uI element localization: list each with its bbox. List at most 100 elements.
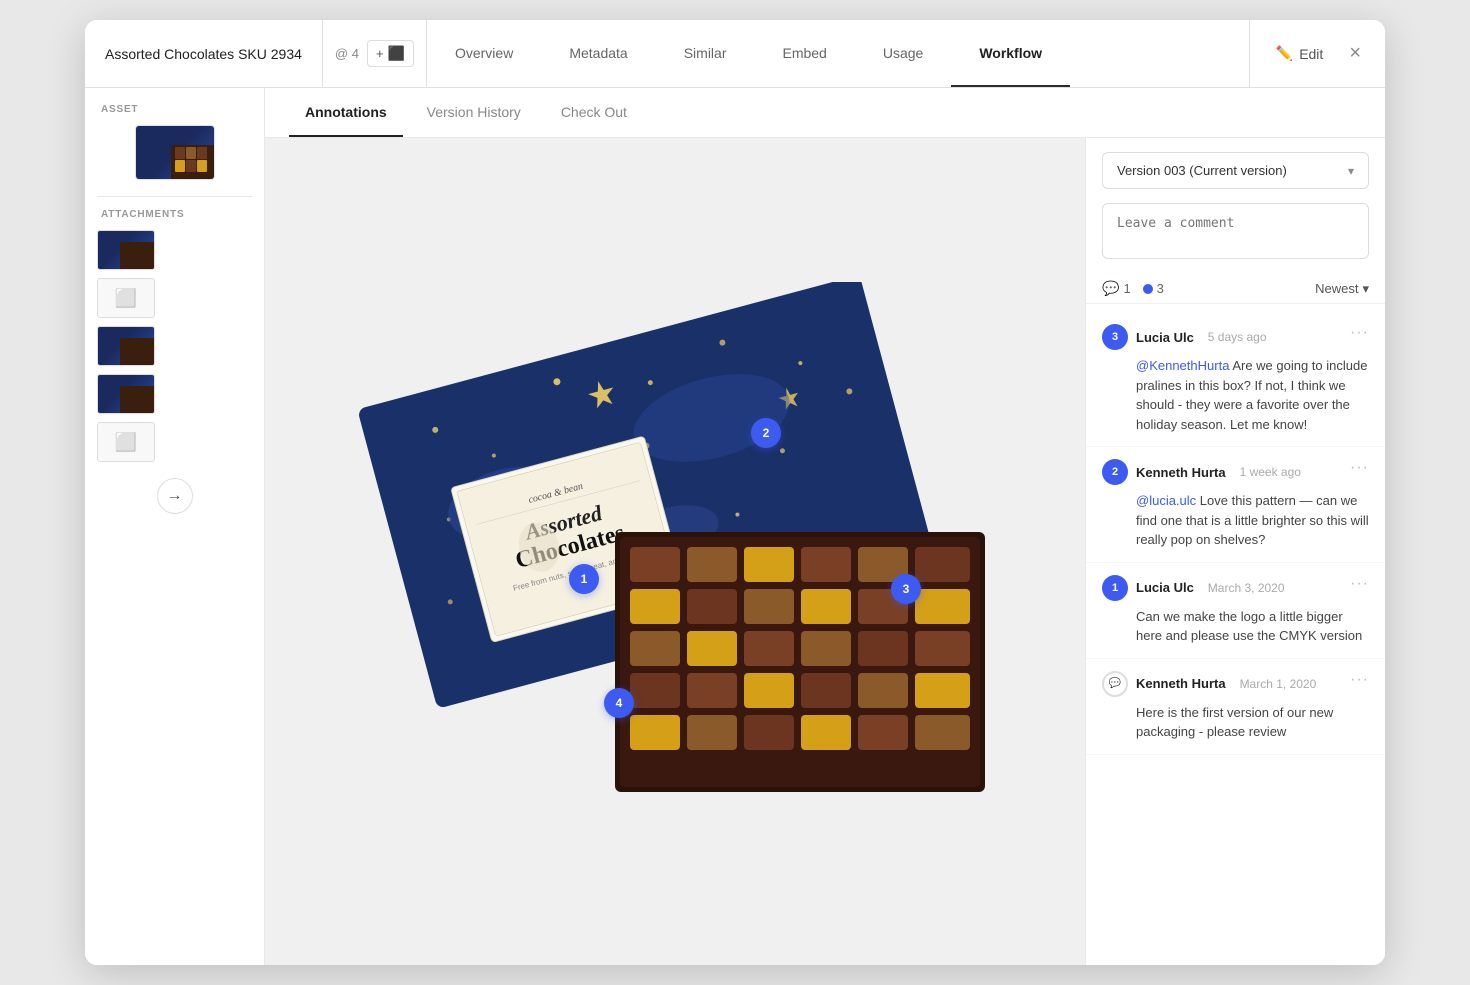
asset-label: ASSET xyxy=(97,104,252,115)
comment-more-3[interactable]: ··· xyxy=(1350,575,1369,593)
comment-mention-1: @KennethHurta xyxy=(1136,358,1229,373)
tab-embed[interactable]: Embed xyxy=(754,20,854,87)
tab-similar[interactable]: Similar xyxy=(656,20,755,87)
attachment-item-3[interactable] xyxy=(97,326,252,366)
tab-overview[interactable]: Overview xyxy=(427,20,541,87)
chevron-down-icon: ▾ xyxy=(1348,164,1354,178)
comment-header-2: 2 Kenneth Hurta 1 week ago ··· xyxy=(1102,459,1369,485)
comment-item-4: 💬 Kenneth Hurta March 1, 2020 ··· Here i… xyxy=(1086,659,1385,755)
comment-item-3: 1 Lucia Ulc March 3, 2020 ··· Can we mak… xyxy=(1086,563,1385,659)
thread-count: 1 xyxy=(1123,281,1130,296)
tab-workflow[interactable]: Workflow xyxy=(951,20,1070,87)
comment-header-left-3: 1 Lucia Ulc March 3, 2020 xyxy=(1102,575,1285,601)
attachment-thumb-4 xyxy=(97,374,155,414)
comment-author-4: Kenneth Hurta xyxy=(1136,676,1226,691)
asset-thumbnail[interactable] xyxy=(135,125,215,180)
filter-left: 💬 1 3 xyxy=(1102,280,1164,297)
tab-usage[interactable]: Usage xyxy=(855,20,951,87)
attachment-thumb-2: ⬜ xyxy=(97,278,155,318)
thread-count-badge: 💬 1 xyxy=(1102,280,1131,297)
sort-chevron-icon: ▾ xyxy=(1362,281,1369,297)
topbar-tabs: Overview Metadata Similar Embed Usage Wo… xyxy=(427,20,1249,87)
topbar-actions: ✏️ Edit × xyxy=(1249,20,1385,87)
attachment-list: ⬜ ⬜ xyxy=(97,230,252,462)
annotation-pin-4[interactable]: 4 xyxy=(604,688,634,718)
comment-mention-2: @lucia.ulc xyxy=(1136,493,1196,508)
comment-more-2[interactable]: ··· xyxy=(1350,459,1369,477)
avatar-lucia-1: 3 xyxy=(1102,324,1128,350)
avatar-kenneth-1: 2 xyxy=(1102,459,1128,485)
speech-icon-2: 💬 xyxy=(1109,678,1121,689)
attachments-label: ATTACHMENTS xyxy=(97,209,252,220)
topbar-meta: @ 4 + ⬛ xyxy=(323,20,427,87)
unread-badge: 3 xyxy=(1143,281,1164,296)
comment-item-2: 2 Kenneth Hurta 1 week ago ··· @lucia.ul… xyxy=(1086,447,1385,563)
comment-input-area xyxy=(1102,203,1369,264)
subtab-annotations[interactable]: Annotations xyxy=(289,88,403,137)
comment-header-3: 1 Lucia Ulc March 3, 2020 ··· xyxy=(1102,575,1369,601)
annotation-pin-2[interactable]: 2 xyxy=(751,418,781,448)
subtab-version-history[interactable]: Version History xyxy=(411,88,537,137)
comment-time-3: March 3, 2020 xyxy=(1208,581,1285,595)
comment-author-3: Lucia Ulc xyxy=(1136,580,1194,595)
comment-time-4: March 1, 2020 xyxy=(1240,677,1317,691)
sort-label: Newest xyxy=(1315,281,1358,296)
comment-input[interactable] xyxy=(1102,203,1369,259)
doc-icon: ⬜ xyxy=(115,288,137,309)
unread-dot xyxy=(1143,284,1153,294)
comment-author-1: Lucia Ulc xyxy=(1136,330,1194,345)
subtabs: Annotations Version History Check Out xyxy=(265,88,1385,138)
attachment-thumb-3 xyxy=(97,326,155,366)
comment-body-4: Here is the first version of our new pac… xyxy=(1102,703,1369,742)
doc-icon-2: ⬜ xyxy=(115,432,137,453)
image-panel: cocoa & bean Assorted Chocolates Free fr… xyxy=(265,138,1085,965)
avatar-kenneth-outline: 💬 xyxy=(1102,671,1128,697)
comment-time-1: 5 days ago xyxy=(1208,330,1267,344)
attachment-item-1[interactable] xyxy=(97,230,252,270)
attachment-item-4[interactable] xyxy=(97,374,252,414)
comment-body-3: Can we make the logo a little bigger her… xyxy=(1102,607,1369,646)
comment-time-2: 1 week ago xyxy=(1240,465,1301,479)
comment-filter-bar: 💬 1 3 Newest ▾ xyxy=(1086,274,1385,304)
comment-body-2: @lucia.ulc Love this pattern — can we fi… xyxy=(1102,491,1369,550)
version-selector[interactable]: Version 003 (Current version) ▾ xyxy=(1102,152,1369,189)
content-body: cocoa & bean Assorted Chocolates Free fr… xyxy=(265,138,1385,965)
asset-title: Assorted Chocolates SKU 2934 xyxy=(85,20,323,87)
comment-more-1[interactable]: ··· xyxy=(1350,324,1369,342)
comment-header-left-4: 💬 Kenneth Hurta March 1, 2020 xyxy=(1102,671,1316,697)
annotations-panel: Version 003 (Current version) ▾ 💬 1 xyxy=(1085,138,1385,965)
avatar-lucia-2: 1 xyxy=(1102,575,1128,601)
comment-header-1: 3 Lucia Ulc 5 days ago ··· xyxy=(1102,324,1369,350)
arrow-right-icon: → xyxy=(167,487,183,505)
chocolate-illustration: cocoa & bean Assorted Chocolates Free fr… xyxy=(325,282,1025,822)
plus-icon: + xyxy=(376,46,384,61)
nav-arrow-button[interactable]: → xyxy=(157,478,193,514)
version-text: Version 003 (Current version) xyxy=(1117,163,1287,178)
main-layout: ASSET ATTACHMENTS xyxy=(85,88,1385,965)
edit-icon: ✏️ xyxy=(1276,45,1293,62)
sort-selector[interactable]: Newest ▾ xyxy=(1315,281,1369,297)
content-area: Annotations Version History Check Out xyxy=(265,88,1385,965)
attachment-item-2[interactable]: ⬜ xyxy=(97,278,252,318)
comment-more-4[interactable]: ··· xyxy=(1350,671,1369,689)
close-button[interactable]: × xyxy=(1341,38,1369,69)
add-asset-button[interactable]: + ⬛ xyxy=(367,40,414,67)
attachment-thumb-1 xyxy=(97,230,155,270)
comment-header-left-1: 3 Lucia Ulc 5 days ago xyxy=(1102,324,1267,350)
at-count: @ 4 xyxy=(335,46,359,61)
subtab-check-out[interactable]: Check Out xyxy=(545,88,643,137)
annotation-pin-3[interactable]: 3 xyxy=(891,574,921,604)
attachment-item-5[interactable]: ⬜ xyxy=(97,422,252,462)
sidebar: ASSET ATTACHMENTS xyxy=(85,88,265,965)
edit-button[interactable]: ✏️ Edit xyxy=(1266,39,1334,68)
comment-author-2: Kenneth Hurta xyxy=(1136,465,1226,480)
title-text: Assorted Chocolates SKU 2934 xyxy=(105,46,302,62)
comment-header-left-2: 2 Kenneth Hurta 1 week ago xyxy=(1102,459,1301,485)
topbar: Assorted Chocolates SKU 2934 @ 4 + ⬛ Ove… xyxy=(85,20,1385,88)
unread-count: 3 xyxy=(1157,281,1164,296)
tab-metadata[interactable]: Metadata xyxy=(541,20,655,87)
annotation-pin-1[interactable]: 1 xyxy=(569,564,599,594)
comment-header-4: 💬 Kenneth Hurta March 1, 2020 ··· xyxy=(1102,671,1369,697)
attachment-thumb-5: ⬜ xyxy=(97,422,155,462)
main-window: Assorted Chocolates SKU 2934 @ 4 + ⬛ Ove… xyxy=(85,20,1385,965)
